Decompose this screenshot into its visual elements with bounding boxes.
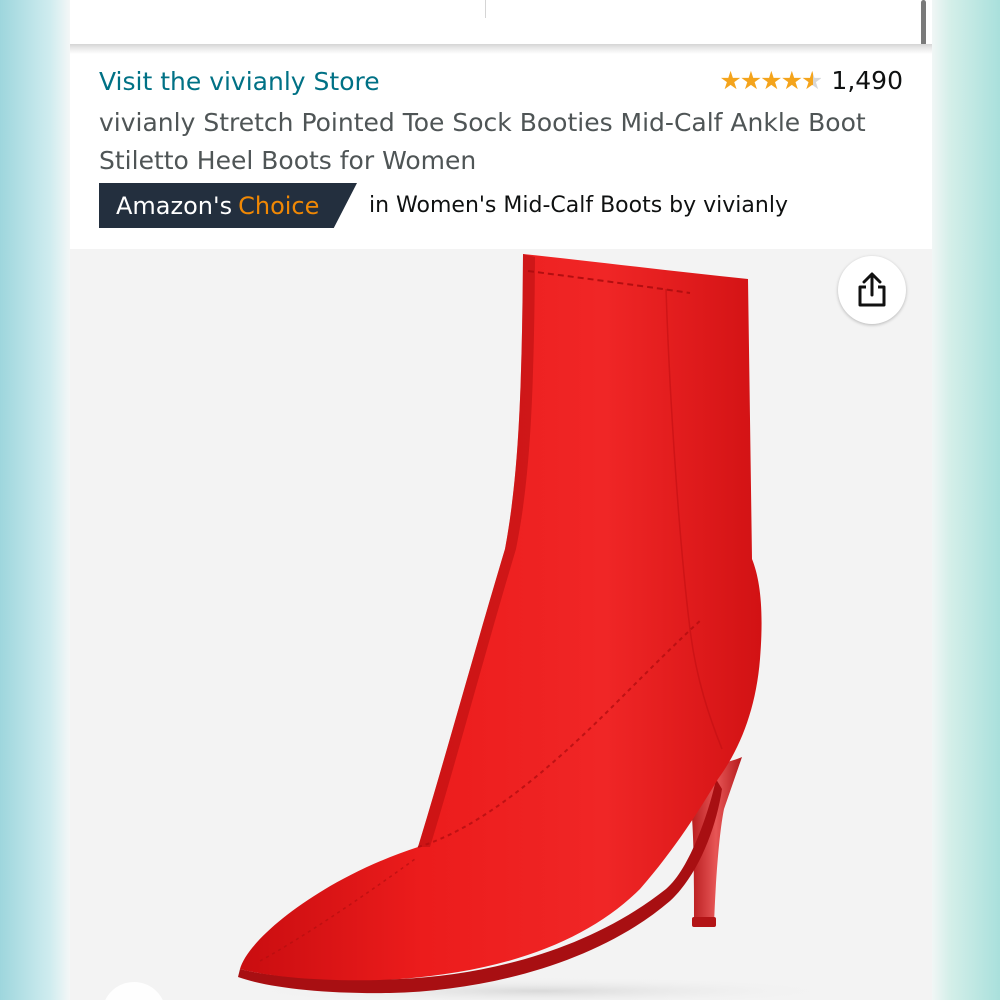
boot-image <box>238 254 840 1000</box>
strip-shadow <box>70 44 932 54</box>
product-title: vivianly Stretch Pointed Toe Sock Bootie… <box>99 108 866 175</box>
badge-context[interactable]: in Women's Mid-Calf Boots by vivianly <box>369 193 788 218</box>
star-icon: ★ <box>739 66 762 95</box>
scroll-indicator[interactable] <box>921 0 926 46</box>
half-star-icon: ★ <box>801 66 823 95</box>
star-rating: ★ ★ ★ ★ ★ <box>719 66 823 95</box>
rating[interactable]: ★ ★ ★ ★ ★ 1,490 <box>719 66 903 95</box>
share-button[interactable] <box>838 256 906 324</box>
product-image[interactable] <box>70 249 932 1000</box>
star-icon: ★ <box>719 66 741 95</box>
star-icon: ★ <box>760 66 782 95</box>
badge-prefix: Amazon's <box>116 191 233 220</box>
badge-highlight: Choice <box>238 191 320 220</box>
product-page: Visit the vivianly Store ★ ★ ★ ★ ★ 1,490… <box>70 0 932 1000</box>
rating-count[interactable]: 1,490 <box>831 66 903 95</box>
top-strip <box>70 0 932 46</box>
star-icon: ★ <box>780 66 803 95</box>
store-link[interactable]: Visit the vivianly Store <box>99 67 380 96</box>
amazons-choice-badge[interactable]: Amazon's Choice <box>99 183 357 228</box>
top-divider <box>485 0 486 18</box>
amazons-choice-row: Amazon's Choice in Women's Mid-Calf Boots… <box>99 183 788 228</box>
share-icon <box>855 272 889 308</box>
